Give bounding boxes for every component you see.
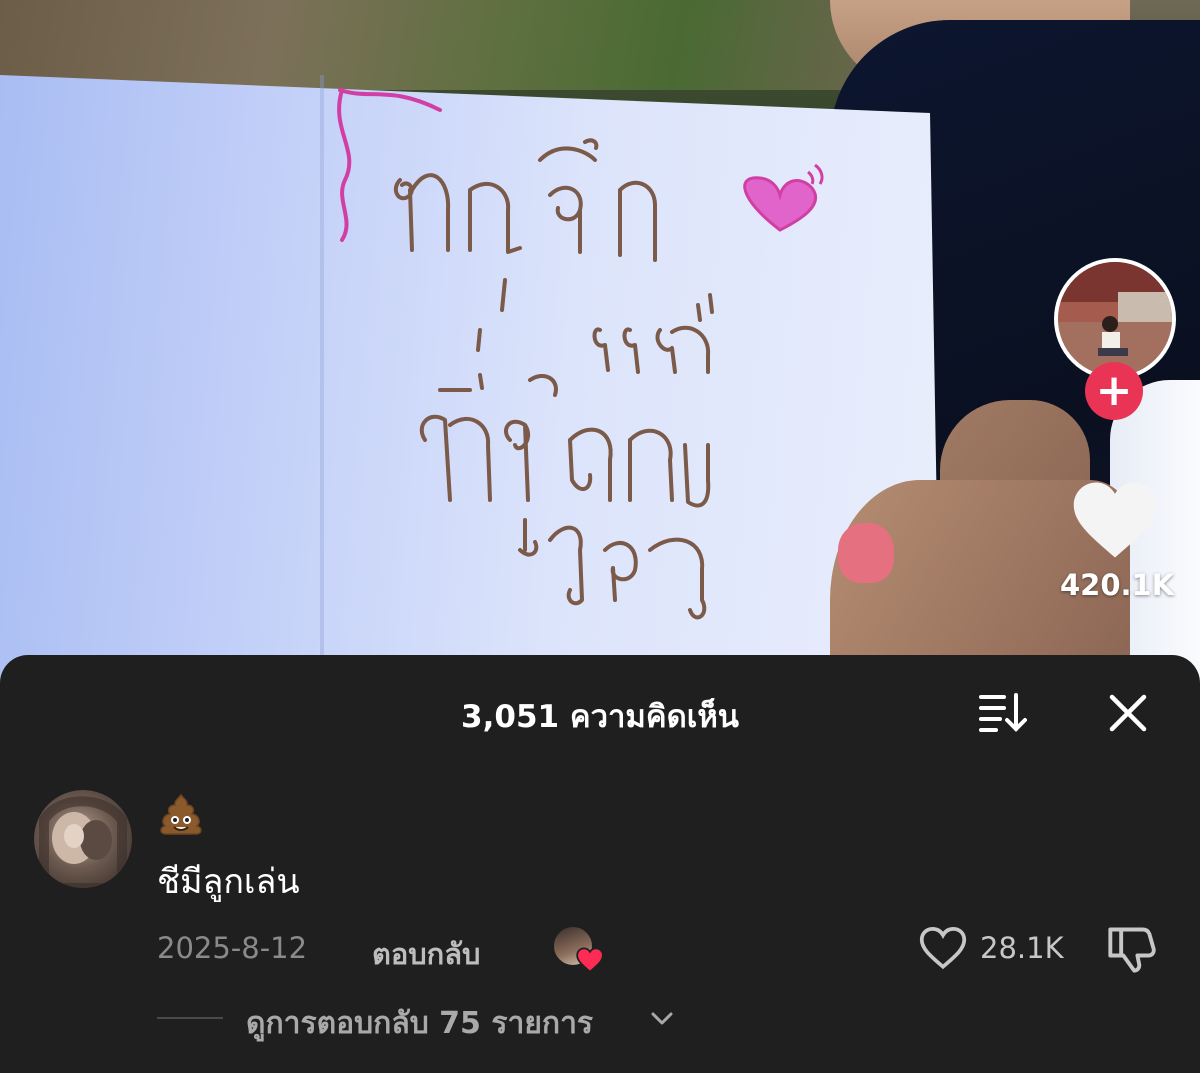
heart-icon: [1073, 482, 1157, 558]
grass-background: [0, 0, 900, 90]
replies-divider: [157, 1017, 223, 1019]
poop-emoji: [160, 793, 202, 835]
comment-date: 2025-8-12: [157, 931, 308, 965]
creator-avatar-button[interactable]: +: [1054, 258, 1176, 420]
chevron-down-icon[interactable]: [650, 1011, 674, 1027]
follow-plus-button[interactable]: +: [1085, 362, 1143, 420]
comment-like-icon[interactable]: [918, 925, 968, 971]
comment-like-count: 28.1K: [980, 931, 1064, 965]
paper-fold: [320, 75, 324, 695]
commenter-avatar[interactable]: [34, 790, 132, 888]
dislike-icon[interactable]: [1106, 923, 1158, 975]
view-replies-button[interactable]: ดูการตอบกลับ 75 รายการ: [246, 1000, 593, 1047]
close-icon[interactable]: [1106, 691, 1150, 735]
sort-icon[interactable]: [978, 691, 1032, 733]
heart-icon: [576, 947, 604, 973]
liked-by-creator-badge: [552, 925, 604, 973]
video-like-count: 420.1K: [1060, 568, 1175, 602]
video-player[interactable]: + 420.1K: [0, 0, 1200, 700]
video-like-button[interactable]: 420.1K: [1060, 478, 1175, 602]
comment-text: ชีมีลูกเล่น: [157, 862, 300, 902]
plus-icon: +: [1095, 365, 1133, 416]
handwritten-sign: [337, 88, 824, 620]
reply-button[interactable]: ตอบกลับ: [372, 931, 480, 977]
comments-sheet: 3,051 ความคิดเห็น ชีมีลูกเล่น 2025-8-12 …: [0, 655, 1200, 1073]
commenter-avatar-photo: [39, 796, 127, 888]
